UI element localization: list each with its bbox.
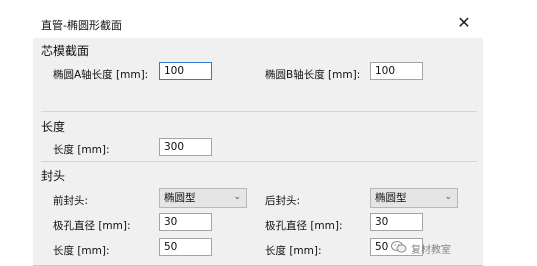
rear-head-label: 后封头: <box>265 195 301 207</box>
front-hole-diameter-input[interactable]: 30 <box>159 213 212 231</box>
a-axis-label: 椭圆A轴长度 [mm]: <box>53 69 149 81</box>
close-icon[interactable]: ✕ <box>453 12 475 34</box>
elliptical-section-dialog: 直管-椭圆形截面 ✕ 芯模截面 椭圆A轴长度 [mm]: 100 椭圆B轴长度 … <box>33 0 483 266</box>
front-head-length-label: 长度 [mm]: <box>53 245 110 257</box>
b-axis-label: 椭圆B轴长度 [mm]: <box>265 69 361 81</box>
front-head-type-select[interactable]: 椭圆型 ⌄ <box>159 188 247 208</box>
rear-head-length-label: 长度 [mm]: <box>265 245 322 257</box>
core-section-heading: 芯模截面 <box>41 44 90 58</box>
length-input[interactable]: 300 <box>159 138 212 156</box>
front-hole-diameter-label: 极孔直径 [mm]: <box>53 220 131 232</box>
watermark-text: 复材教室 <box>411 245 451 256</box>
chevron-down-icon: ⌄ <box>444 192 452 202</box>
window-title: 直管-椭圆形截面 <box>41 19 122 32</box>
rear-hole-diameter-label: 极孔直径 [mm]: <box>265 220 343 232</box>
rear-head-type-value: 椭圆型 <box>375 192 407 204</box>
length-section-heading: 长度 <box>41 120 66 134</box>
a-axis-input[interactable]: 100 <box>159 62 212 80</box>
rear-hole-diameter-input[interactable]: 30 <box>370 213 423 231</box>
watermark: 复材教室 <box>391 236 491 260</box>
front-head-type-value: 椭圆型 <box>164 192 196 204</box>
separator <box>41 161 477 162</box>
length-label: 长度 [mm]: <box>53 144 110 156</box>
rear-head-type-select[interactable]: 椭圆型 ⌄ <box>370 188 458 208</box>
separator <box>41 111 477 112</box>
chevron-down-icon: ⌄ <box>233 192 241 202</box>
head-section-heading: 封头 <box>41 169 66 183</box>
front-head-label: 前封头: <box>53 195 89 207</box>
wechat-icon <box>391 241 407 253</box>
title-bar: 直管-椭圆形截面 ✕ <box>33 0 483 38</box>
b-axis-input[interactable]: 100 <box>370 62 423 80</box>
front-head-length-input[interactable]: 50 <box>159 238 212 256</box>
